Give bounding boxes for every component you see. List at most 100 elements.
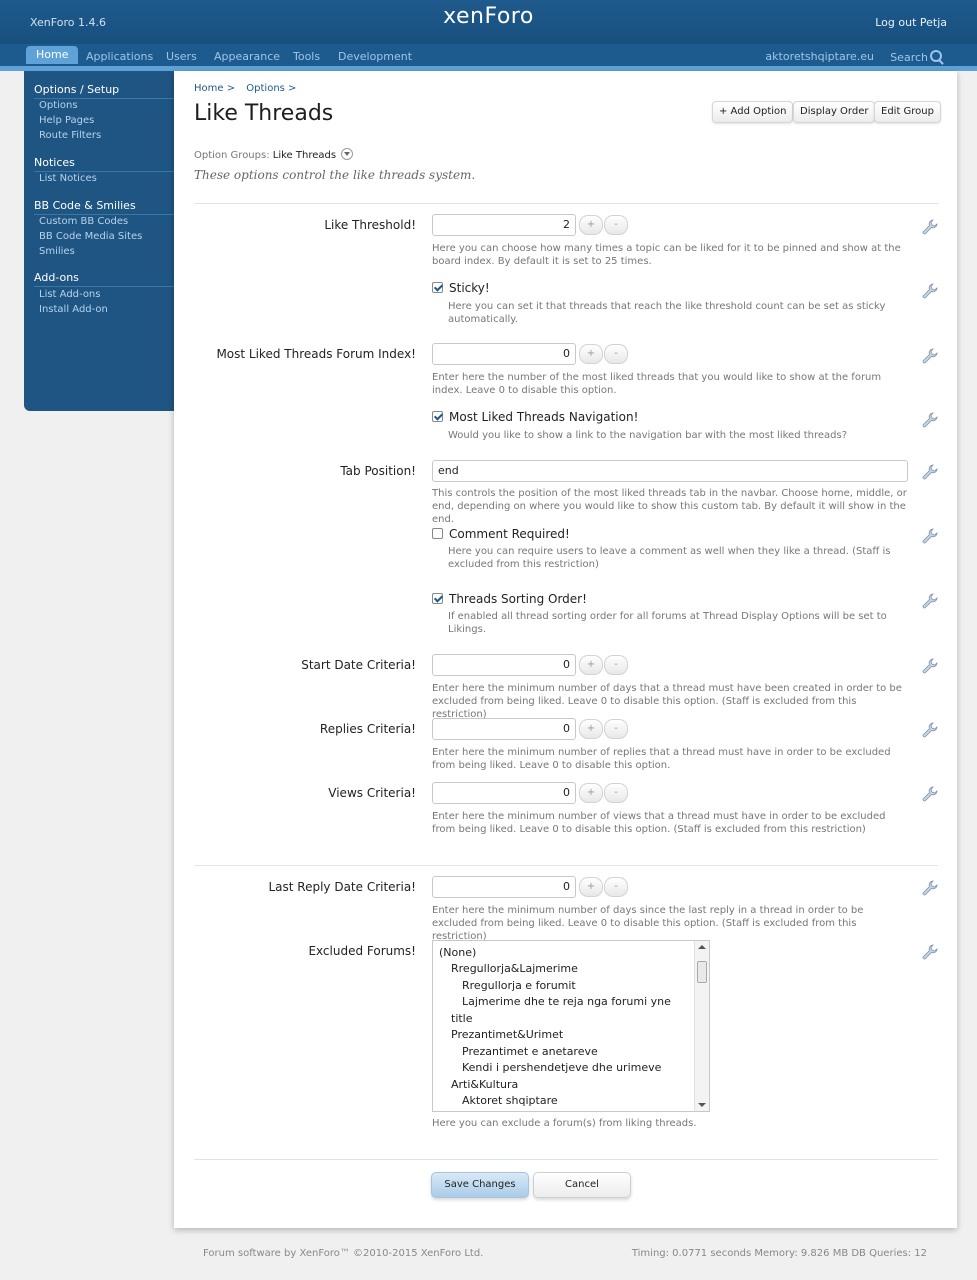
footer-copyright[interactable]: Forum software by XenForo™ ©2010-2015 Xe… [203,1248,483,1259]
wrench-icon[interactable] [922,348,938,364]
xenforo-logo[interactable]: xenForo [0,4,977,29]
wrench-icon[interactable] [922,722,938,738]
most-liked-nav-label[interactable]: Most Liked Threads Navigation! [449,410,638,424]
tab-users[interactable]: Users [166,50,197,63]
most-liked-nav-checkbox[interactable] [432,411,443,422]
tab-position-label: Tab Position! [340,464,416,478]
wrench-icon[interactable] [922,786,938,802]
sidebar-divider [34,171,174,172]
scroll-up-icon[interactable] [698,945,706,949]
tab-appearance[interactable]: Appearance [214,50,280,63]
option-groups-value[interactable]: Like Threads [273,150,336,161]
forum-option[interactable]: Lajmerime dhe te reja nga forumi yne [462,995,671,1008]
scroll-down-icon[interactable] [698,1103,706,1107]
increment-button[interactable]: + [579,344,603,364]
edit-group-button[interactable]: Edit Group [874,101,941,123]
chevron-down-icon[interactable] [341,148,354,160]
wrench-icon[interactable] [922,412,938,428]
site-link[interactable]: aktoretshqiptare.eu [765,50,874,63]
sorting-order-checkbox[interactable] [432,593,443,604]
tab-applications[interactable]: Applications [86,50,153,63]
wrench-icon[interactable] [922,283,938,299]
sticky-hint: Here you can set it that threads that re… [448,301,886,325]
increment-button[interactable]: + [579,655,603,675]
sidebar-item-install-addon[interactable]: Install Add-on [39,304,108,315]
listbox-scrollbar[interactable] [694,941,709,1111]
sidebar-heading-bbcode[interactable]: BB Code & Smilies [34,199,136,212]
sidebar-heading-notices[interactable]: Notices [34,156,75,169]
replies-label: Replies Criteria! [319,722,416,736]
scroll-thumb[interactable] [697,961,707,983]
search-link[interactable]: Search [890,49,942,64]
breadcrumb-home[interactable]: Home > [194,83,235,94]
add-option-button[interactable]: + Add Option [712,101,794,123]
decrement-button[interactable]: - [604,719,628,739]
tab-position-input[interactable]: end [432,460,908,482]
sidebar-divider [34,214,174,215]
main-navbar: Home Applications Users Appearance Tools… [0,44,977,71]
last-reply-input[interactable]: 0 [432,876,576,898]
most-liked-index-input[interactable]: 0 [432,343,576,365]
views-input[interactable]: 0 [432,782,576,804]
sidebar-item-custom-bb-codes[interactable]: Custom BB Codes [39,216,128,227]
forum-option[interactable]: Kendi i pershendetjeve dhe urimeve [462,1061,661,1074]
forum-option[interactable]: (None) [439,946,476,959]
start-date-input[interactable]: 0 [432,654,576,676]
forum-option[interactable]: Aktoret shqiptare [462,1094,558,1107]
sidebar-item-route-filters[interactable]: Route Filters [39,130,101,141]
comment-required-label[interactable]: Comment Required! [449,527,570,541]
wrench-icon[interactable] [922,219,938,235]
tab-tools[interactable]: Tools [293,50,320,63]
increment-button[interactable]: + [579,215,603,235]
sticky-label[interactable]: Sticky! [449,281,490,295]
excluded-forums-select[interactable]: (None) Rregullorja&Lajmerime Rregullorja… [432,940,710,1112]
sorting-order-hint: If enabled all thread sorting order for … [448,611,887,635]
logout-link[interactable]: Log out Petja [875,16,947,29]
sidebar-item-options[interactable]: Options [39,100,78,111]
like-threshold-input[interactable]: 2 [432,214,576,236]
decrement-button[interactable]: - [604,783,628,803]
forum-option[interactable]: Prezantimet&Urimet [451,1028,563,1041]
sticky-checkbox[interactable] [432,282,443,293]
sidebar-heading-options[interactable]: Options / Setup [34,83,119,96]
decrement-button[interactable]: - [604,877,628,897]
decrement-button[interactable]: - [604,655,628,675]
admin-header: XenForo 1.4.6 xenForo Log out Petja [0,0,977,44]
comment-required-checkbox[interactable] [432,528,443,539]
option-groups-label: Option Groups: [194,150,270,161]
sidebar-item-smilies[interactable]: Smilies [39,246,75,257]
forum-option[interactable]: Rregullorja&Lajmerime [451,962,578,975]
decrement-button[interactable]: - [604,344,628,364]
wrench-icon[interactable] [922,528,938,544]
increment-button[interactable]: + [579,783,603,803]
last-reply-hint: Enter here the minimum number of days si… [432,905,864,942]
decrement-button[interactable]: - [604,215,628,235]
group-description: These options control the like threads s… [194,168,476,182]
wrench-icon[interactable] [922,658,938,674]
save-changes-button[interactable]: Save Changes [431,1172,529,1198]
sidebar-item-help-pages[interactable]: Help Pages [39,115,94,126]
sidebar-heading-addons[interactable]: Add-ons [34,271,79,284]
wrench-icon[interactable] [922,464,938,480]
wrench-icon[interactable] [922,593,938,609]
footer-debug-info: Timing: 0.0771 seconds Memory: 9.826 MB … [631,1248,927,1259]
wrench-icon[interactable] [922,880,938,896]
tab-development[interactable]: Development [338,50,412,63]
forum-option[interactable]: Prezantimet e anetareve [462,1045,598,1058]
forum-option[interactable]: Rregullorja e forumit [462,979,576,992]
sidebar-item-list-addons[interactable]: List Add-ons [39,289,100,300]
increment-button[interactable]: + [579,719,603,739]
breadcrumb-options[interactable]: Options > [246,83,296,94]
display-order-button[interactable]: Display Order [793,101,876,123]
increment-button[interactable]: + [579,877,603,897]
cancel-button[interactable]: Cancel [533,1172,631,1198]
sidebar-item-bb-code-media-sites[interactable]: BB Code Media Sites [39,231,142,242]
sidebar-item-list-notices[interactable]: List Notices [39,173,97,184]
tab-home[interactable]: Home [26,46,79,64]
sorting-order-label[interactable]: Threads Sorting Order! [449,592,587,606]
forum-option[interactable]: title [451,1012,473,1025]
replies-input[interactable]: 0 [432,718,576,740]
wrench-icon[interactable] [922,944,938,960]
forum-option[interactable]: Arti&Kultura [451,1078,518,1091]
excluded-forums-hint: Here you can exclude a forum(s) from lik… [432,1118,697,1129]
